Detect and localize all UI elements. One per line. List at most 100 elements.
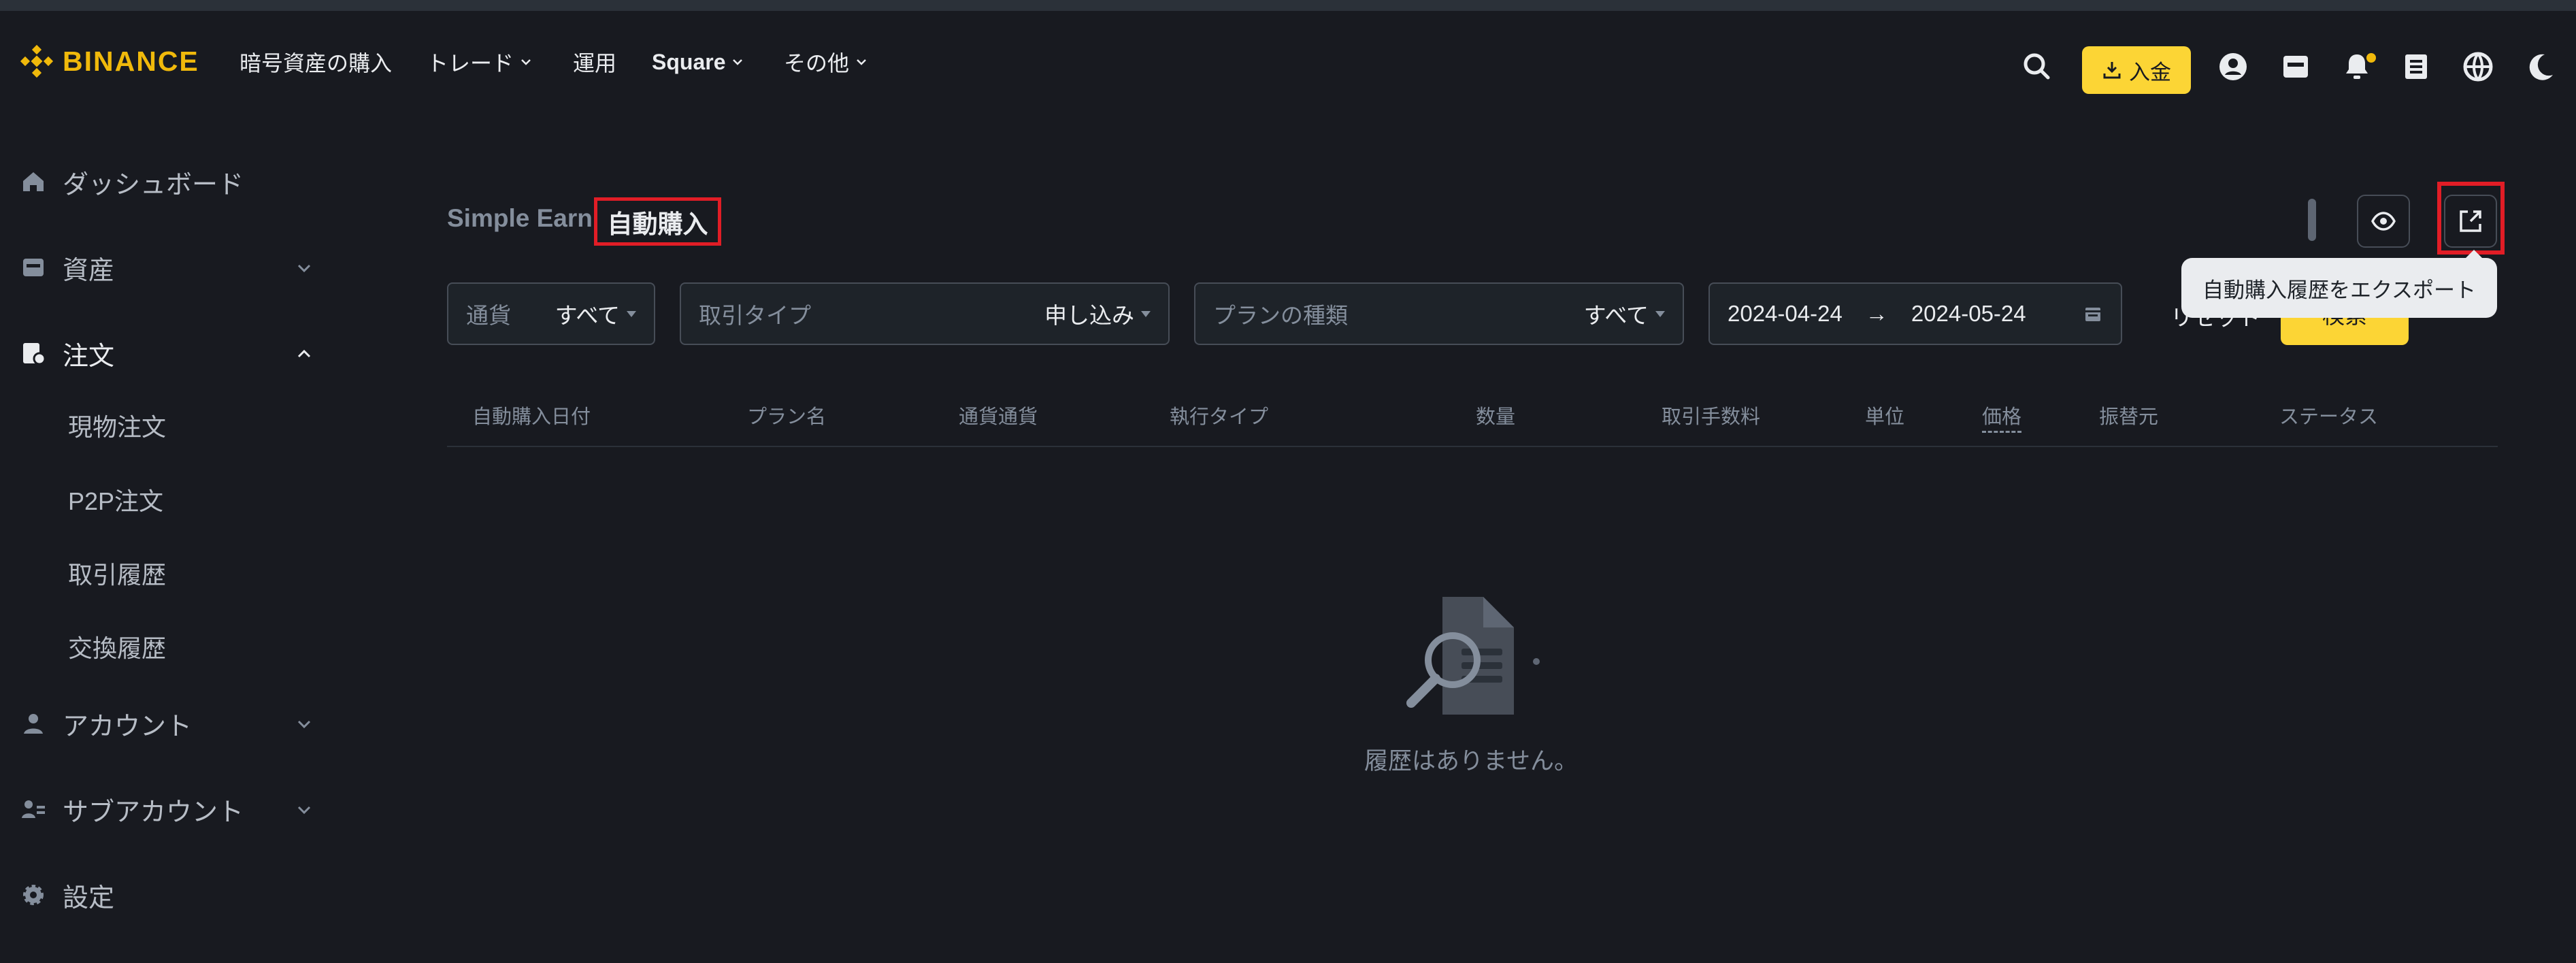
chevron-down-icon xyxy=(297,264,311,273)
currency-filter[interactable]: 通貨 すべて xyxy=(447,282,655,345)
breadcrumb-simple-earn[interactable]: Simple Earn xyxy=(447,204,593,233)
search-icon[interactable] xyxy=(2021,50,2053,83)
user-icon xyxy=(24,714,43,734)
nav-earn-label: 運用 xyxy=(573,51,617,76)
date-range-filter[interactable]: 2024-04-24 → 2024-05-24 xyxy=(1708,282,2122,345)
sidebar-item-label: ダッシュボード xyxy=(63,170,244,199)
gear-icon xyxy=(23,885,44,905)
chevron-down-icon xyxy=(521,59,531,65)
export-tooltip: 自動購入履歴をエクスポート xyxy=(2181,258,2497,318)
nav-more-label: その他 xyxy=(784,51,850,76)
caret-down-icon xyxy=(1655,310,1665,317)
sidebar-item-label: 設定 xyxy=(63,883,115,913)
column-transfer-source: 振替元 xyxy=(2099,406,2159,428)
breadcrumb-auto-invest: 自動購入 xyxy=(594,197,721,246)
logo-text: BINANCE xyxy=(63,45,199,77)
chevron-up-icon xyxy=(297,349,311,358)
caret-down-icon xyxy=(627,310,636,317)
download-icon xyxy=(2103,62,2121,79)
browser-top-strip xyxy=(0,0,2576,11)
globe-icon[interactable] xyxy=(2462,50,2494,83)
column-plan-name: プラン名 xyxy=(747,406,827,428)
wallet-icon[interactable] xyxy=(2279,50,2312,83)
nav-trade[interactable]: トレード xyxy=(427,45,533,79)
sidebar-sub-spot-orders[interactable]: 現物注文 xyxy=(68,402,166,449)
sidebar-sub-p2p-orders[interactable]: P2P注文 xyxy=(68,476,163,523)
sidebar-sub-trade-history[interactable]: 取引履歴 xyxy=(68,549,166,597)
trade-type-filter-label: 取引タイプ xyxy=(699,303,811,328)
currency-filter-value: すべて xyxy=(555,297,636,330)
sidebar-sub-label: 現物注文 xyxy=(68,413,167,441)
sidebar-sub-label: P2P注文 xyxy=(68,487,164,515)
chevron-down-icon xyxy=(733,59,743,65)
nav-square-label: Square xyxy=(652,49,726,74)
column-unit: 単位 xyxy=(1865,406,1905,428)
sidebar-item-sub-account[interactable]: サブアカウント xyxy=(20,782,313,836)
eye-refresh-icon xyxy=(2371,212,2396,231)
breadcrumb-auto-invest-label: 自動購入 xyxy=(607,210,708,238)
binance-logo-icon xyxy=(20,44,54,78)
nav-square[interactable]: Square xyxy=(652,45,744,79)
trade-type-filter-value: 申し込み xyxy=(1044,297,1151,330)
column-currency: 通貨通貨 xyxy=(959,406,1038,428)
caret-down-icon xyxy=(1141,310,1151,317)
sidebar-item-label: 注文 xyxy=(63,342,115,371)
chevron-down-icon xyxy=(857,59,866,65)
nav-buy-crypto-label: 暗号資産の購入 xyxy=(240,51,393,76)
notification-dot xyxy=(2366,53,2376,63)
binance-logo[interactable]: BINANCE xyxy=(19,44,199,79)
sidebar-sub-label: 交換履歴 xyxy=(68,634,167,662)
sidebar-item-label: アカウント xyxy=(63,712,193,741)
calendar-icon xyxy=(2085,308,2100,321)
sidebar-item-settings[interactable]: 設定 xyxy=(20,868,313,922)
column-execution-type: 執行タイプ xyxy=(1170,406,1269,428)
no-records-icon xyxy=(1406,597,1540,715)
sidebar-item-label: サブアカウント xyxy=(63,798,244,827)
plan-type-filter-value-text: すべて xyxy=(1583,303,1649,328)
empty-state-text: 履歴はありません。 xyxy=(1364,748,1578,774)
top-navigation: BINANCE 暗号資産の購入 トレード 運用 Square その他 入金 xyxy=(0,11,2576,106)
orders-icon xyxy=(23,343,46,365)
trade-type-filter[interactable]: 取引タイプ 申し込み xyxy=(680,282,1170,345)
column-status: ステータス xyxy=(2279,406,2379,428)
arrow-right-icon: → xyxy=(1865,301,1888,326)
date-start[interactable]: 2024-04-24 xyxy=(1728,301,1843,327)
sub-account-icon xyxy=(22,800,45,818)
sidebar-item-dashboard[interactable]: ダッシュボード xyxy=(20,154,313,209)
sidebar-item-assets[interactable]: 資産 xyxy=(20,240,313,295)
column-auto-invest-date: 自動購入日付 xyxy=(472,406,591,428)
column-trade-fee: 取引手数料 xyxy=(1662,406,1761,428)
trade-type-filter-value-text: 申し込み xyxy=(1044,303,1134,328)
scroll-handle[interactable] xyxy=(2308,199,2316,241)
chevron-down-icon xyxy=(297,806,311,815)
sidebar-item-label: 資産 xyxy=(63,256,115,285)
view-toggle-button[interactable] xyxy=(2357,195,2410,248)
date-end[interactable]: 2024-05-24 xyxy=(1911,301,2026,327)
plan-type-filter[interactable]: プランの種類 すべて xyxy=(1194,282,1684,345)
home-icon xyxy=(23,172,44,191)
column-amount: 数量 xyxy=(1476,406,1516,428)
moon-icon[interactable] xyxy=(2524,50,2557,83)
sidebar: ダッシュボード 資産 注文 現物注文 P2P注文 取引履歴 交換履歴 アカウント… xyxy=(0,136,340,963)
export-tooltip-text: 自動購入履歴をエクスポート xyxy=(2202,278,2477,302)
column-price[interactable]: 価格 xyxy=(1982,401,2022,433)
nav-more[interactable]: その他 xyxy=(784,45,868,79)
nav-trade-label: トレード xyxy=(427,51,514,76)
orders-icon[interactable] xyxy=(2400,50,2432,83)
deposit-button[interactable]: 入金 xyxy=(2082,46,2191,94)
sidebar-item-orders[interactable]: 注文 xyxy=(20,326,313,380)
plan-type-filter-value: すべて xyxy=(1584,297,1665,330)
export-highlight-box xyxy=(2437,182,2505,255)
wallet-icon xyxy=(23,259,44,276)
deposit-label: 入金 xyxy=(2129,60,2171,84)
sidebar-sub-convert-history[interactable]: 交換履歴 xyxy=(68,623,166,670)
nav-earn[interactable]: 運用 xyxy=(573,45,616,79)
user-icon[interactable] xyxy=(2217,50,2249,83)
table-header: 自動購入日付 プラン名 通貨通貨 執行タイプ 数量 取引手数料 単位 価格 振替… xyxy=(447,391,2498,447)
plan-type-filter-label: プランの種類 xyxy=(1213,303,1348,328)
nav-buy-crypto[interactable]: 暗号資産の購入 xyxy=(240,45,392,79)
sidebar-item-account[interactable]: アカウント xyxy=(20,696,313,751)
sidebar-sub-label: 取引履歴 xyxy=(68,561,167,589)
currency-filter-label: 通貨 xyxy=(466,303,511,328)
chevron-down-icon xyxy=(297,720,311,729)
